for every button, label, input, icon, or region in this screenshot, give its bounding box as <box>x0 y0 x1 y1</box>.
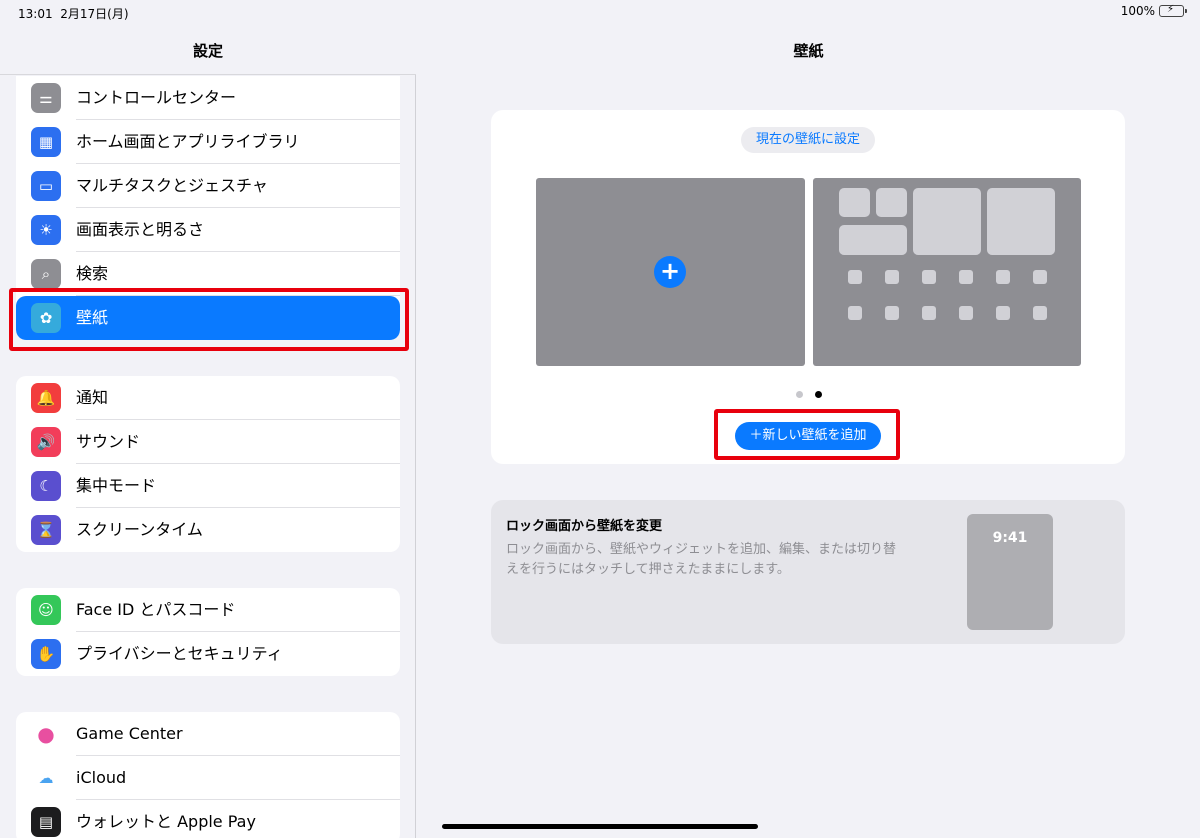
toggles-icon: ⚌ <box>31 83 61 113</box>
app-icon-placeholder <box>922 270 936 284</box>
sidebar-item-label: サウンド <box>76 420 400 464</box>
app-icon-placeholder <box>922 306 936 320</box>
app-icon-placeholder <box>885 306 899 320</box>
sidebar-item-label: スクリーンタイム <box>76 520 203 539</box>
settings-sidebar: 設定 ⚌ コントロールセンター ▦ ホーム画面とアプリライブラリ ▭ マルチタスクとジェス… <box>0 0 416 838</box>
wallet-icon: ▤ <box>31 807 61 837</box>
lock-screen-info-card: ロック画面から壁紙を変更 ロック画面から、壁紙やウィジェットを追加、編集、または… <box>491 500 1125 644</box>
home-screen-icon: ▦ <box>31 127 61 157</box>
app-icon-placeholder <box>959 270 973 284</box>
widget-large <box>987 188 1055 255</box>
bell-icon: 🔔 <box>31 383 61 413</box>
app-icon-placeholder <box>996 270 1010 284</box>
sidebar-item-label: コントロールセンター <box>76 76 400 120</box>
page-dots <box>796 391 822 398</box>
app-icon-placeholder <box>996 306 1010 320</box>
info-title: ロック画面から壁紙を変更 <box>506 519 663 534</box>
widget-medium <box>839 225 907 255</box>
app-icon-placeholder <box>1033 306 1047 320</box>
sidebar-item-label: 壁紙 <box>76 308 109 327</box>
sidebar-item[interactable]: ☀ 画面表示と明るさ <box>16 208 400 252</box>
sidebar-item[interactable]: 🔔 通知 <box>16 376 400 420</box>
sidebar-item-label: 集中モード <box>76 464 400 508</box>
sidebar-item[interactable]: ⌛ スクリーンタイム <box>16 508 400 552</box>
settings-group-security: ☺ Face ID とパスコード ✋ プライバシーとセキュリティ <box>16 588 400 676</box>
settings-group-display: ⚌ コントロールセンター ▦ ホーム画面とアプリライブラリ ▭ マルチタスクとジェスチャ ☀… <box>16 76 400 340</box>
sidebar-item[interactable]: ☺ Face ID とパスコード <box>16 588 400 632</box>
sidebar-item[interactable]: ▤ ウォレットと Apple Pay <box>16 800 400 838</box>
hand-icon: ✋ <box>31 639 61 669</box>
wallpaper-card: 現在の壁紙に設定 + ＋新しい壁紙を追加 <box>491 110 1125 464</box>
sidebar-item[interactable]: ▭ マルチタスクとジェスチャ <box>16 164 400 208</box>
sidebar-item-label: マルチタスクとジェスチャ <box>76 164 400 208</box>
sidebar-title: 設定 <box>192 42 223 60</box>
page-dot <box>796 391 803 398</box>
app-icon-placeholder <box>848 306 862 320</box>
wallpaper-pane: 壁紙 現在の壁紙に設定 + ＋新しい壁紙を追加 ロック画面から壁紙を変更 ロック… <box>417 0 1200 838</box>
widget-large <box>913 188 981 255</box>
sidebar-item[interactable]: ☾ 集中モード <box>16 464 400 508</box>
status-time: 13:01 2月17日(月) <box>18 7 129 21</box>
game-center-icon: ● <box>31 719 61 749</box>
status-bar: 13:01 2月17日(月) 100% ⚡ <box>0 0 1200 24</box>
search-icon: ⌕ <box>31 259 61 289</box>
home-screen-preview[interactable] <box>813 178 1081 366</box>
sidebar-item[interactable]: ▦ ホーム画面とアプリライブラリ <box>16 120 400 164</box>
sidebar-item[interactable]: ☁ iCloud <box>16 756 400 800</box>
sidebar-item[interactable]: ✋ プライバシーとセキュリティ <box>16 632 400 676</box>
sidebar-item[interactable]: ⌕ 検索 <box>16 252 400 296</box>
face-id-icon: ☺ <box>31 595 61 625</box>
sidebar-item[interactable]: 🔊 サウンド <box>16 420 400 464</box>
sidebar-item[interactable]: ✿ 壁紙 <box>16 296 400 340</box>
info-description: ロック画面から、壁紙やウィジェットを追加、編集、または切り替えを行うにはタッチし… <box>506 542 897 577</box>
moon-icon: ☾ <box>31 471 61 501</box>
plus-icon[interactable]: + <box>654 256 686 288</box>
app-icon-placeholder <box>1033 270 1047 284</box>
sidebar-item-label: プライバシーとセキュリティ <box>76 644 283 663</box>
app-icon-placeholder <box>885 270 899 284</box>
brightness-icon: ☀ <box>31 215 61 245</box>
sidebar-item-label: 通知 <box>76 376 400 420</box>
sidebar-item-label: 検索 <box>76 252 400 296</box>
sidebar-item-label: Face ID とパスコード <box>76 588 400 632</box>
multitask-icon: ▭ <box>31 171 61 201</box>
widget-small <box>876 188 907 217</box>
cloud-icon: ☁ <box>31 763 61 793</box>
sidebar-item-label: iCloud <box>76 756 400 800</box>
lock-screen-preview[interactable]: + <box>536 178 805 366</box>
sidebar-item-label: ホーム画面とアプリライブラリ <box>76 120 400 164</box>
status-right: 100% ⚡ <box>1120 4 1187 18</box>
set-current-wallpaper-button[interactable]: 現在の壁紙に設定 <box>741 127 875 153</box>
battery-icon: ⚡ <box>1159 4 1187 17</box>
preview-time: 9:41 <box>992 530 1028 546</box>
speaker-icon: 🔊 <box>31 427 61 457</box>
hourglass-icon: ⌛ <box>31 515 61 545</box>
lock-screen-thumbnail: 9:41 <box>967 514 1053 630</box>
page-dot-active <box>815 391 822 398</box>
sidebar-item-label: Game Center <box>76 712 400 756</box>
flower-icon: ✿ <box>31 303 61 333</box>
widget-small <box>839 188 870 217</box>
sidebar-item[interactable]: ● Game Center <box>16 712 400 756</box>
sidebar-item-label: 画面表示と明るさ <box>76 208 400 252</box>
settings-group-accounts: ● Game Center ☁ iCloud ▤ ウォレットと Apple Pay <box>16 712 400 838</box>
app-icon-placeholder <box>959 306 973 320</box>
page-title: 壁紙 <box>793 42 824 60</box>
sidebar-item[interactable]: ⚌ コントロールセンター <box>16 76 400 120</box>
add-new-wallpaper-button[interactable]: ＋新しい壁紙を追加 <box>735 422 881 450</box>
settings-group-notifications: 🔔 通知 🔊 サウンド ☾ 集中モード ⌛ スクリーンタイム <box>16 376 400 552</box>
home-indicator <box>442 824 758 829</box>
app-icon-placeholder <box>848 270 862 284</box>
sidebar-item-label: ウォレットと Apple Pay <box>76 812 256 831</box>
battery-percent: 100% <box>1120 4 1155 18</box>
